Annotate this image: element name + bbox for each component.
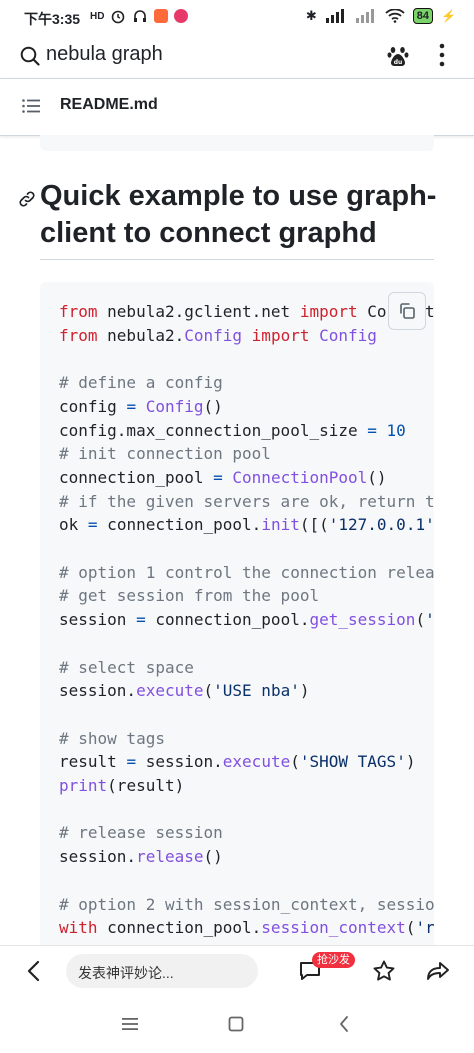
code-line: # define a config — [59, 373, 223, 393]
system-icons: ✱ 84 ⚡ — [306, 8, 456, 24]
bluetooth-icon: ✱ — [305, 8, 317, 23]
code-line: from nebula2.Config import Config — [59, 325, 377, 345]
copy-icon — [400, 303, 415, 319]
code-line: connection_pool = ConnectionPool() — [59, 467, 387, 487]
share-arrow-icon[interactable] — [426, 960, 450, 987]
code-line: # get session from the pool — [59, 586, 320, 606]
status-bar: 下午3:35 HD ✱ 84 ⚡ — [0, 0, 474, 34]
nav-back-icon[interactable] — [338, 1015, 350, 1038]
bottom-action-bar: 发表神评妙论... 抢沙发 — [0, 945, 474, 998]
back-arrow-icon[interactable] — [26, 960, 40, 987]
section-heading: Quick example to use graph-client to con… — [18, 178, 438, 252]
copy-code-button[interactable] — [388, 292, 426, 330]
more-vertical-icon[interactable] — [438, 42, 446, 73]
comment-input[interactable]: 发表神评妙论... — [66, 954, 258, 988]
code-line: # release session — [59, 823, 223, 843]
notification-icons: HD — [90, 8, 189, 24]
code-line: # option 2 with session_context, session… — [59, 894, 434, 914]
code-line: config.max_connection_pool_size = 10 — [59, 420, 406, 440]
favorite-star-icon[interactable] — [372, 959, 396, 988]
code-line: # show tags — [59, 728, 165, 748]
status-time: 下午3:35 — [24, 11, 81, 27]
home-icon[interactable] — [228, 1016, 244, 1037]
headphone-icon — [134, 10, 147, 22]
charging-icon: ⚡ — [441, 9, 456, 23]
code-line: session.release() — [59, 847, 223, 867]
comment-badge: 抢沙发 — [312, 952, 355, 968]
baidu-paw-icon[interactable]: du — [386, 44, 410, 73]
code-line: # init connection pool — [59, 444, 271, 464]
system-nav-bar — [0, 997, 474, 1053]
code-line: ok = connection_pool.init([('127.0.0.1',… — [59, 515, 434, 535]
search-icon — [20, 46, 40, 71]
outline-list-icon[interactable] — [22, 99, 40, 118]
alarm-icon — [112, 10, 125, 24]
code-content: from nebula2.gclient.net import Connecti… — [59, 300, 434, 940]
code-line: session = connection_pool.get_session('r… — [59, 610, 434, 630]
code-line: # option 1 control the connection releas… — [59, 562, 434, 582]
battery-indicator: 84 — [412, 8, 434, 24]
comment-placeholder: 发表神评妙论... — [78, 965, 174, 981]
signal-icon — [325, 9, 344, 23]
code-line: session.execute('USE nba') — [59, 681, 310, 701]
section-title: Quick example to use graph-client to con… — [40, 180, 437, 249]
code-line: # if the given servers are ok, return tr… — [59, 491, 434, 511]
previous-code-block — [40, 135, 434, 151]
code-line: config = Config() — [59, 396, 223, 416]
app-icon-orange — [154, 9, 169, 23]
anchor-link-icon[interactable] — [18, 190, 36, 213]
file-header: README.md — [0, 78, 474, 136]
signal-2-icon — [355, 9, 374, 23]
recent-apps-icon[interactable] — [122, 1017, 138, 1036]
code-line: result = session.execute('SHOW TAGS') — [59, 752, 416, 772]
code-line: # select space — [59, 657, 194, 677]
code-line: print(result) — [59, 776, 185, 796]
code-line: from nebula2.gclient.net import Connecti… — [59, 302, 434, 321]
svg-text:du: du — [394, 59, 403, 66]
search-query[interactable]: nebula graph — [46, 43, 163, 66]
wifi-icon — [385, 9, 405, 23]
readme-filename: README.md — [60, 96, 158, 113]
search-bar[interactable]: nebula graph du — [0, 34, 474, 76]
hd-icon: HD — [90, 10, 105, 22]
code-block: from nebula2.gclient.net import Connecti… — [40, 282, 434, 952]
code-line: with connection_pool.session_context('ro… — [59, 918, 434, 938]
app-icon-pink — [174, 9, 189, 23]
heading-divider — [40, 259, 434, 260]
